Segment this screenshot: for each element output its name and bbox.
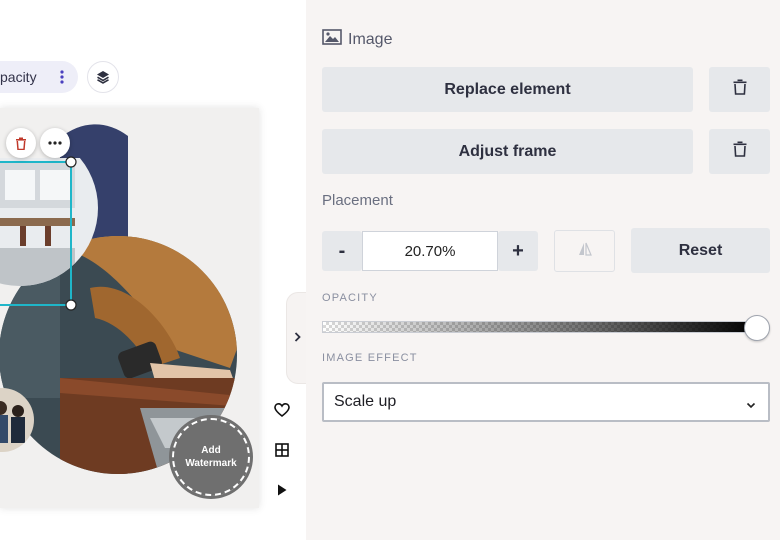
grid-icon[interactable]: [270, 438, 294, 462]
trash-icon: [733, 79, 747, 100]
watermark-line1: Add: [201, 445, 221, 456]
image-effect-value: Scale up: [334, 393, 397, 410]
replace-element-button[interactable]: Replace element: [322, 67, 693, 112]
minus-label: -: [338, 239, 346, 262]
opacity-slider-thumb[interactable]: [744, 315, 770, 341]
delete-icon[interactable]: [6, 128, 36, 158]
opacity-toolbar-button[interactable]: pacity: [0, 61, 78, 93]
plus-label: +: [512, 239, 524, 262]
adjust-frame-label: Adjust frame: [458, 142, 557, 160]
delete-frame-button[interactable]: [709, 129, 770, 174]
flip-icon: [578, 242, 592, 261]
image-effect-label: IMAGE EFFECT: [322, 352, 418, 364]
heart-icon[interactable]: [270, 398, 294, 422]
reset-label: Reset: [678, 241, 723, 259]
delete-replace-button[interactable]: [709, 67, 770, 112]
design-canvas: pacity Add Watermark: [0, 0, 306, 540]
flip-button[interactable]: [554, 230, 615, 272]
trash-icon: [733, 141, 747, 162]
image-effect-select[interactable]: Scale up: [322, 382, 770, 422]
replace-element-label: Replace element: [444, 80, 571, 98]
vertical-dots-icon[interactable]: [46, 61, 78, 93]
image-properties-panel: Image Replace element Adjust frame Place…: [306, 0, 780, 540]
more-icon[interactable]: [40, 128, 70, 158]
adjust-frame-button[interactable]: Adjust frame: [322, 129, 693, 174]
placement-label: Placement: [322, 192, 393, 209]
collapse-panel-tab[interactable]: [286, 292, 306, 384]
chevron-down-icon: [746, 396, 756, 414]
opacity-toolbar-label: pacity: [0, 69, 37, 85]
image-icon: [322, 29, 342, 50]
chevron-right-icon: [294, 329, 301, 347]
zoom-value: 20.70%: [404, 242, 456, 260]
opacity-slider[interactable]: [322, 321, 758, 333]
add-watermark-button[interactable]: Add Watermark: [169, 415, 253, 499]
watermark-line2: Watermark: [185, 458, 237, 469]
panel-title: Image: [322, 29, 392, 50]
zoom-input[interactable]: 20.70%: [362, 231, 498, 271]
layers-icon[interactable]: [87, 61, 119, 93]
opacity-label: OPACITY: [322, 292, 378, 304]
panel-title-text: Image: [348, 30, 393, 48]
zoom-in-button[interactable]: +: [498, 231, 538, 271]
play-icon[interactable]: [270, 478, 294, 502]
zoom-out-button[interactable]: -: [322, 231, 362, 271]
reset-button[interactable]: Reset: [631, 228, 770, 273]
